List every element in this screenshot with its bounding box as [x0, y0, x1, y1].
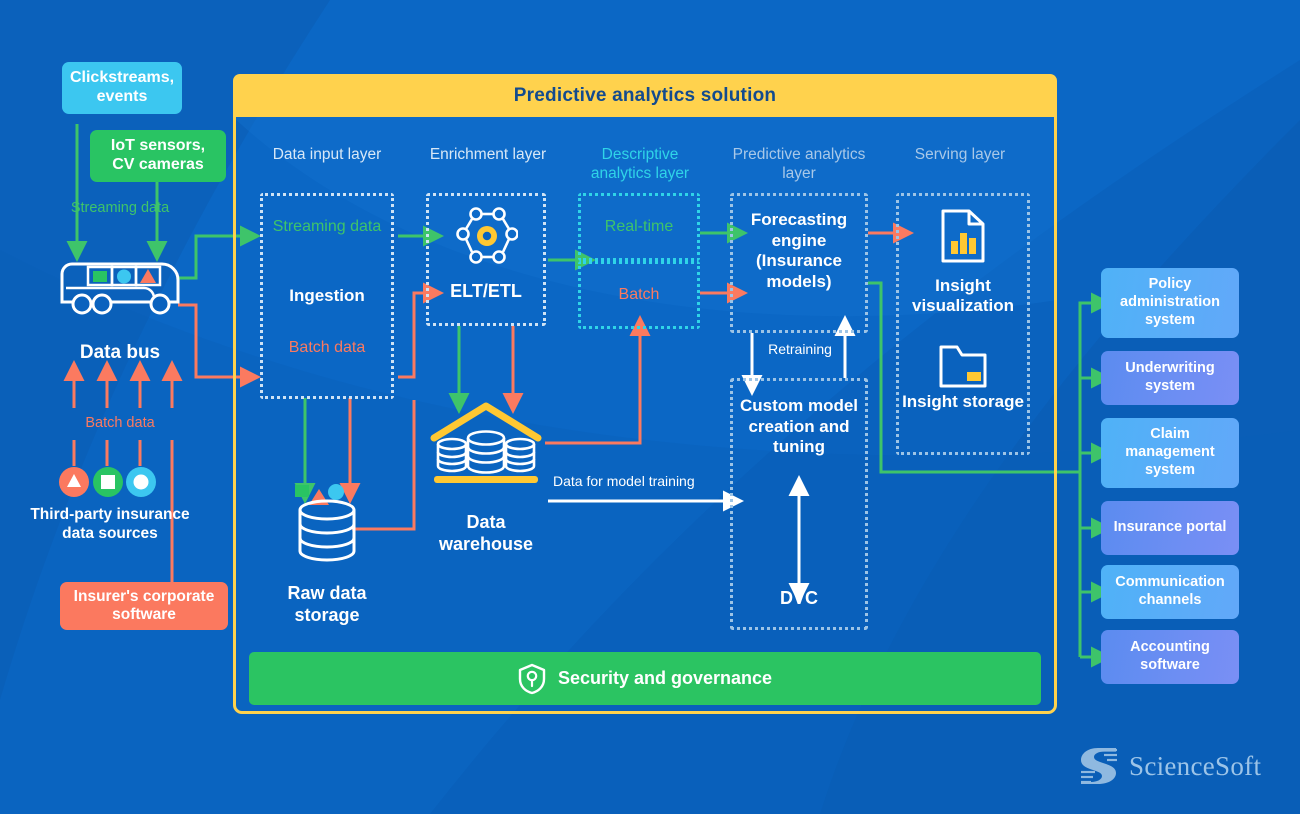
output-label: Claim management system [1125, 426, 1215, 478]
layer-heading-enrichment: Enrichment layer [429, 146, 547, 163]
custom-model-label: Custom model creation and tuning [739, 396, 859, 457]
security-and-governance-bar[interactable]: Security and governance [249, 652, 1041, 705]
output-label: Communication channels [1115, 574, 1225, 608]
ingestion-label: Ingestion [289, 286, 365, 305]
output-claim-management-system[interactable]: Claim management system [1101, 418, 1239, 488]
output-insurance-portal[interactable]: Insurance portal [1101, 501, 1239, 555]
dvc-label: DVC [779, 588, 818, 608]
insight-storage-icon [938, 343, 988, 389]
page-title: Predictive analytics solution [513, 84, 777, 106]
layer-heading-predictive: Predictive analytics layer [732, 146, 866, 182]
output-label: Policy administration system [1120, 276, 1220, 328]
third-party-sources-label: Third-party insurance data sources [30, 506, 190, 542]
sciencesoft-logo: ScienceSoft [1078, 745, 1261, 787]
retraining-label: Retraining [768, 341, 832, 357]
source-iot-sensors-label: IoT sensors, CV cameras [110, 137, 206, 173]
layer-heading-serving: Serving layer [914, 146, 1006, 163]
elt-etl-label: ELT/ETL [450, 281, 522, 301]
output-underwriting-system[interactable]: Underwriting system [1101, 351, 1239, 405]
data-bus-icon [56, 258, 184, 320]
layer-heading-data-input: Data input layer [272, 146, 382, 163]
raw-data-storage-label: Raw data storage [287, 583, 367, 625]
data-bus-label: Data bus [79, 342, 161, 363]
output-communication-channels[interactable]: Communication channels [1101, 565, 1239, 619]
ingestion-streaming-label: Streaming data [272, 218, 382, 235]
output-label: Accounting software [1130, 639, 1210, 673]
output-label: Underwriting system [1125, 360, 1215, 394]
data-for-model-training-label: Data for model training [553, 473, 695, 489]
raw-data-storage-icon [292, 483, 362, 567]
output-accounting-software[interactable]: Accounting software [1101, 630, 1239, 684]
insurer-corporate-software[interactable]: Insurer's corporate software [60, 582, 228, 630]
insight-visualization-label: Insight visualization [911, 276, 1015, 316]
panel-title-bar: Predictive analytics solution [233, 74, 1057, 117]
forecasting-engine-label: Forecasting engine (Insurance models) [750, 210, 848, 292]
insight-storage-label: Insight storage [902, 392, 1024, 411]
descriptive-realtime-label: Real-time [604, 218, 674, 235]
source-clickstreams[interactable]: Clickstreams, events [62, 62, 182, 114]
layer-heading-descriptive: Descriptive analytics layer [590, 146, 690, 182]
descriptive-batch-label: Batch [618, 286, 660, 303]
data-warehouse-label: Data warehouse [438, 512, 534, 554]
source-clickstreams-label: Clickstreams, events [69, 69, 175, 105]
insurer-corporate-software-label: Insurer's corporate software [73, 587, 215, 623]
etl-network-icon [456, 207, 519, 265]
shield-lock-icon [518, 663, 546, 695]
sciencesoft-wordmark: ScienceSoft [1129, 750, 1262, 781]
security-and-governance-label: Security and governance [557, 668, 773, 688]
ingestion-batch-label: Batch data [288, 339, 366, 356]
sciencesoft-mark-icon [1078, 745, 1120, 787]
source-iot-sensors[interactable]: IoT sensors, CV cameras [90, 130, 226, 182]
data-warehouse-icon [430, 400, 542, 490]
batch-data-label: Batch data [85, 415, 155, 431]
third-party-icons [58, 466, 188, 498]
insight-visualization-icon [940, 208, 986, 264]
streaming-data-label: Streaming data [70, 200, 170, 216]
output-policy-administration-system[interactable]: Policy administration system [1101, 268, 1239, 338]
output-label: Insurance portal [1113, 519, 1227, 536]
